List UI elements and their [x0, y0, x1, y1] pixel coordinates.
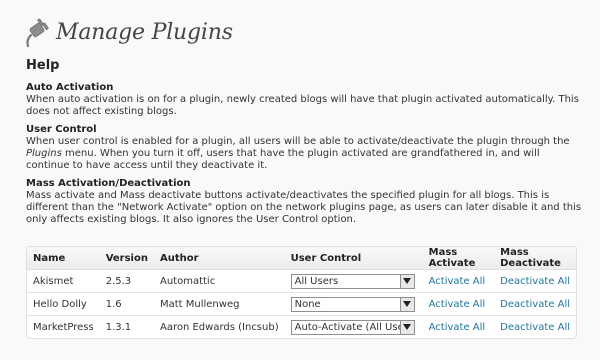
column-header-author: Author — [153, 247, 285, 270]
activate-cell: Activate All — [422, 292, 495, 316]
deactivate-all-link[interactable]: Deactivate All — [500, 299, 570, 310]
deactivate-cell: Deactivate All — [494, 316, 576, 339]
page-title: Manage Plugins — [56, 19, 233, 45]
user-control-select[interactable]: Auto-Activate (All Users) — [290, 319, 415, 335]
plugin-version: 2.5.3 — [99, 269, 154, 293]
user-control-value: None — [294, 298, 321, 310]
column-header-mass-activate: Mass Activate — [422, 247, 495, 270]
page-header: Manage Plugins — [22, 14, 233, 50]
section-heading: Mass Activation/Deactivation — [26, 178, 191, 189]
column-header-mass-deactivate: Mass Deactivate — [494, 247, 576, 270]
chevron-down-icon — [399, 297, 414, 311]
column-header-name: Name — [27, 247, 100, 270]
help-section-auto-activation: Auto Activation When auto activation is … — [26, 82, 582, 118]
user-control-cell: None — [284, 292, 423, 316]
column-header-version: Version — [99, 247, 154, 270]
deactivate-all-link[interactable]: Deactivate All — [500, 322, 570, 333]
section-text: When auto activation is on for a plugin,… — [26, 94, 579, 117]
help-panel: Help Auto Activation When auto activatio… — [26, 58, 582, 232]
section-text: When user control is enabled for a plugi… — [26, 136, 582, 172]
plugins-table: Name Version Author User Control Mass Ac… — [27, 247, 576, 338]
column-header-user-control: User Control — [284, 247, 423, 270]
help-section-user-control: User Control When user control is enable… — [26, 124, 582, 172]
section-text-part: menu. When you turn it off, users that h… — [26, 148, 540, 171]
user-control-cell: Auto-Activate (All Users) — [285, 316, 423, 339]
table-row: Hello Dolly 1.6 Matt Mullenweg None Acti… — [27, 292, 576, 316]
plugin-author: Automattic — [153, 269, 285, 293]
deactivate-all-link[interactable]: Deactivate All — [500, 276, 570, 287]
user-control-select[interactable]: None — [290, 296, 415, 312]
section-text: Mass activate and Mass deactivate button… — [26, 190, 582, 225]
activate-all-link[interactable]: Activate All — [429, 299, 486, 310]
plugin-version: 1.6 — [99, 292, 154, 316]
help-title: Help — [26, 58, 60, 73]
activate-cell: Activate All — [422, 269, 495, 293]
section-heading: Auto Activation — [26, 82, 114, 93]
chevron-down-icon — [399, 320, 414, 334]
section-text-part: When user control is enabled for a plugi… — [26, 136, 570, 147]
section-heading: User Control — [26, 124, 97, 135]
plugin-name: MarketPress — [33, 321, 94, 333]
user-control-select[interactable]: All Users — [290, 273, 415, 289]
activate-all-link[interactable]: Activate All — [429, 276, 486, 287]
plugins-emphasis: Plugins — [26, 148, 62, 159]
deactivate-cell: Deactivate All — [494, 292, 576, 316]
table-header-row: Name Version Author User Control Mass Ac… — [27, 247, 576, 270]
help-section-mass-activation: Mass Activation/Deactivation Mass activa… — [26, 178, 582, 226]
plugin-name: Hello Dolly — [27, 292, 100, 316]
user-control-value: All Users — [294, 275, 339, 287]
chevron-down-icon — [399, 274, 414, 288]
user-control-cell: All Users — [284, 269, 423, 293]
activate-all-link[interactable]: Activate All — [429, 322, 486, 333]
plugin-plug-icon — [22, 16, 50, 48]
table-row: MarketPress 1.3.1 Aaron Edwards (Incsub)… — [27, 316, 576, 339]
table-row: Akismet 2.5.3 Automattic All Users Activ… — [27, 269, 576, 293]
plugins-table-container: Name Version Author User Control Mass Ac… — [26, 246, 577, 339]
user-control-value: Auto-Activate (All Users) — [294, 321, 400, 333]
plugin-author: Aaron Edwards (Incsub) — [159, 321, 279, 333]
deactivate-cell: Deactivate All — [494, 269, 576, 293]
plugin-name: Akismet — [27, 269, 100, 293]
plugin-author: Matt Mullenweg — [153, 292, 285, 316]
activate-cell: Activate All — [423, 316, 494, 339]
plugin-version: 1.3.1 — [105, 321, 132, 333]
